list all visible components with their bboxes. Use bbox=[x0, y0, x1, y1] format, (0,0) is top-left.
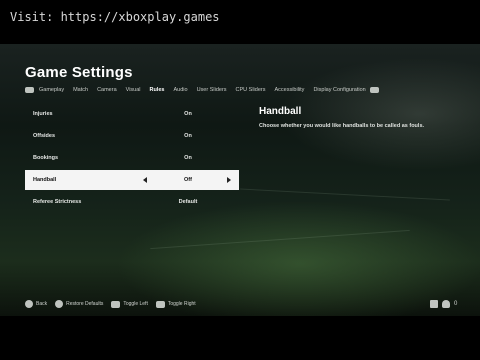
setting-value: On bbox=[184, 155, 192, 161]
setting-label: Offsides bbox=[33, 133, 56, 139]
tab-rules[interactable]: Rules bbox=[150, 87, 165, 93]
setting-label: Injuries bbox=[33, 111, 53, 117]
person-icon bbox=[442, 300, 450, 308]
rt-button-icon bbox=[155, 300, 165, 308]
player-count: 0 bbox=[454, 301, 458, 307]
setting-value: Off bbox=[184, 177, 192, 183]
lt-button-icon bbox=[111, 300, 121, 308]
tab-visual[interactable]: Visual bbox=[126, 87, 141, 93]
toggle-left-button[interactable]: Toggle Left bbox=[111, 300, 148, 308]
controller-icon bbox=[430, 300, 438, 308]
back-label: Back bbox=[36, 301, 48, 307]
detail-description: Choose whether you would like handballs … bbox=[259, 123, 425, 129]
rb-button-icon[interactable] bbox=[369, 87, 379, 93]
detail-title: Handball bbox=[259, 106, 302, 117]
setting-label: Handball bbox=[33, 177, 57, 183]
y-button-icon bbox=[55, 300, 64, 308]
tab-user-sliders[interactable]: User Sliders bbox=[197, 87, 227, 93]
settings-list: Injuries On Offsides On Bookings On Hand… bbox=[25, 104, 239, 214]
game-settings-screen: Game Settings Gameplay Match Camera Visu… bbox=[0, 44, 480, 316]
setting-row-referee-strictness[interactable]: Referee Strictness Default bbox=[25, 192, 239, 212]
toggle-left-label: Toggle Left bbox=[123, 301, 148, 307]
toggle-right-label: Toggle Right bbox=[167, 301, 196, 307]
settings-tabs: Gameplay Match Camera Visual Rules Audio… bbox=[25, 84, 379, 96]
tab-match[interactable]: Match bbox=[73, 87, 88, 93]
lb-button-icon[interactable] bbox=[25, 87, 34, 93]
setting-value: On bbox=[184, 111, 192, 117]
tab-accessibility[interactable]: Accessibility bbox=[274, 87, 304, 93]
b-button-icon bbox=[25, 300, 33, 308]
restore-defaults-button[interactable]: Restore Defaults bbox=[55, 300, 103, 308]
page-title: Game Settings bbox=[25, 64, 133, 81]
setting-row-offsides[interactable]: Offsides On bbox=[25, 126, 239, 146]
footer-status: 0 bbox=[430, 300, 457, 308]
tab-display-configuration[interactable]: Display Configuration bbox=[313, 87, 365, 93]
setting-value: On bbox=[184, 133, 192, 139]
setting-value: Default bbox=[178, 199, 198, 205]
watermark-text: Visit: https://xboxplay.games bbox=[10, 10, 220, 24]
setting-label: Bookings bbox=[33, 155, 59, 161]
setting-row-handball[interactable]: Handball Off bbox=[25, 170, 239, 190]
back-button[interactable]: Back bbox=[25, 300, 47, 308]
setting-row-bookings[interactable]: Bookings On bbox=[25, 148, 239, 168]
tab-camera[interactable]: Camera bbox=[97, 87, 117, 93]
footer-controls: Back Restore Defaults Toggle Left Toggle… bbox=[25, 300, 204, 308]
pitch-line bbox=[240, 188, 450, 201]
setting-label: Referee Strictness bbox=[33, 199, 82, 205]
toggle-right-button[interactable]: Toggle Right bbox=[155, 300, 196, 308]
restore-defaults-label: Restore Defaults bbox=[66, 301, 104, 307]
setting-row-injuries[interactable]: Injuries On bbox=[25, 104, 239, 124]
arrow-right-icon[interactable] bbox=[227, 177, 231, 183]
pitch-line bbox=[150, 229, 410, 250]
tab-cpu-sliders[interactable]: CPU Sliders bbox=[236, 87, 266, 93]
tab-gameplay[interactable]: Gameplay bbox=[39, 87, 64, 93]
arrow-left-icon[interactable] bbox=[143, 177, 147, 183]
tab-audio[interactable]: Audio bbox=[174, 87, 188, 93]
